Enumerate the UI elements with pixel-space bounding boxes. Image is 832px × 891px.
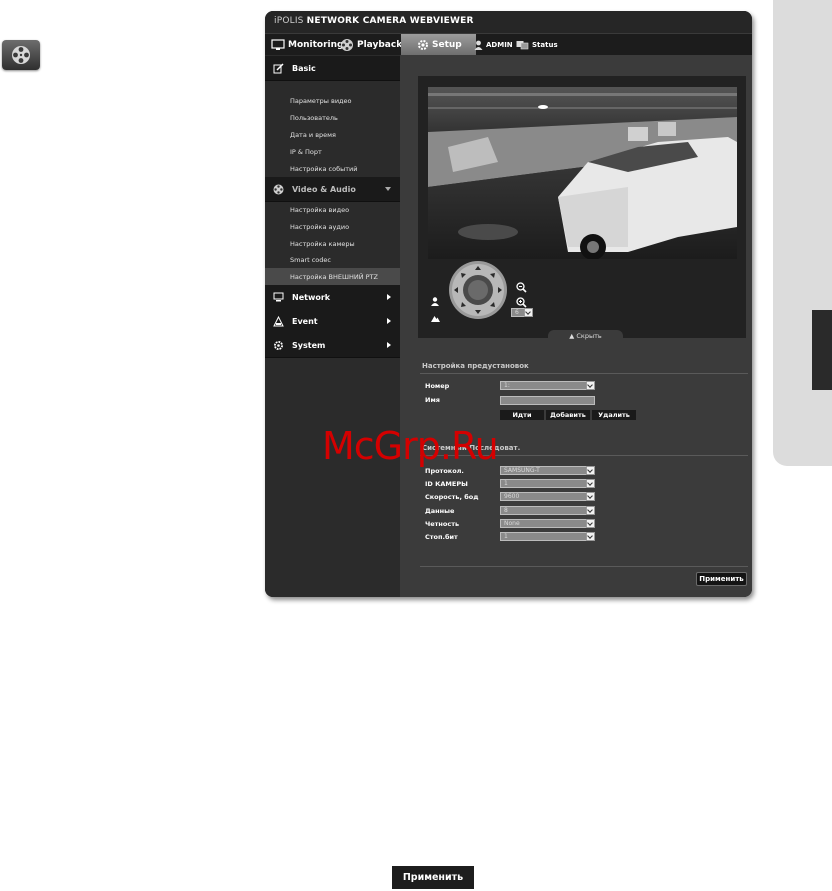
protocol-label: Протокол. (425, 467, 464, 475)
preset-number-select[interactable]: 1: (500, 381, 595, 390)
page-section-marker (812, 310, 832, 390)
sidebar-section-basic-label: Basic (292, 63, 316, 73)
sidebar-item-audio-setup[interactable]: Настройка аудио (290, 223, 349, 231)
sidebar-item-camera-setup[interactable]: Настройка камеры (290, 240, 355, 248)
stop-bit-value: 1 (504, 533, 508, 540)
sidebar-section-network-label: Network (292, 292, 331, 302)
tab-monitoring[interactable]: Monitoring (271, 34, 344, 56)
camera-id-value: 1 (504, 480, 508, 487)
chevron-down-icon (586, 479, 595, 488)
chevron-right-icon (387, 318, 391, 324)
hide-ptz-toggle[interactable]: ▲ Скрыть (548, 330, 623, 341)
ptz-speed-select[interactable]: 6 (511, 308, 533, 317)
divider (420, 373, 748, 374)
preset-name-input[interactable] (500, 396, 595, 405)
camera-id-select[interactable]: 1 (500, 479, 595, 488)
chevron-down-icon (586, 492, 595, 501)
sidebar-section-event[interactable]: Event (265, 309, 400, 334)
edit-icon (273, 62, 284, 73)
camera-live-view (428, 87, 737, 259)
tab-setup-label: Setup (432, 40, 462, 50)
chevron-down-icon (586, 506, 595, 515)
status-icon (516, 41, 529, 50)
monitor-icon (271, 39, 285, 50)
sidebar-item-ip-port[interactable]: IP & Порт (290, 148, 322, 156)
camera-id-label: ID КАМЕРЫ (425, 480, 468, 488)
sidebar-section-video-audio-label: Video & Audio (292, 184, 356, 194)
tab-setup[interactable]: Setup (401, 34, 476, 56)
webviewer-window: iPOLIS NETWORK CAMERA WEBVIEWER Monitori… (265, 11, 752, 597)
sidebar-item-smart-codec[interactable]: Smart codec (290, 256, 331, 264)
sidebar-section-basic[interactable]: Basic (265, 56, 400, 81)
baud-rate-value: 9600 (504, 493, 520, 500)
chevron-down-icon (586, 381, 595, 390)
stop-bit-select[interactable]: 1 (500, 532, 595, 541)
chevron-down-icon (586, 532, 595, 541)
chevron-down-icon (385, 187, 391, 191)
tab-playback-label: Playback (357, 40, 403, 50)
preset-mountain-icon[interactable] (431, 307, 440, 326)
protocol-select[interactable]: SAMSUNG-T (500, 466, 595, 475)
chevron-down-icon (586, 466, 595, 475)
sidebar-section-video-audio[interactable]: Video & Audio (265, 177, 400, 202)
data-bits-value: 8 (504, 507, 508, 514)
parity-select[interactable]: None (500, 519, 595, 528)
parity-label: Четность (425, 520, 460, 528)
sidebar-item-external-ptz[interactable]: Настройка ВНЕШНИЙ PTZ (290, 273, 378, 281)
preset-number-value: 1: (504, 382, 510, 389)
top-navigation: Monitoring Playback Setup ADMIN Status (265, 33, 752, 56)
apply-button-illustration: Применить (392, 866, 474, 889)
ptz-speed-value: 6 (515, 309, 519, 316)
preset-section-title: Настройка предустановок (422, 362, 529, 370)
sidebar-section-event-label: Event (292, 316, 318, 326)
sidebar-item-video-params[interactable]: Параметры видео (290, 97, 352, 105)
event-icon (273, 315, 284, 326)
gear-icon (274, 340, 283, 350)
data-bits-label: Данные (425, 507, 455, 515)
page-side-tab (773, 0, 832, 466)
preset-add-button[interactable]: Добавить (546, 410, 590, 420)
admin-label: ADMIN (486, 41, 513, 49)
watermark: McGrp.Ru (322, 424, 499, 468)
parity-value: None (504, 520, 520, 527)
film-reel-icon (341, 39, 353, 51)
sidebar-item-user[interactable]: Пользователь (290, 114, 338, 122)
film-reel-icon (273, 184, 284, 194)
stop-bit-label: Стоп.бит (425, 533, 458, 541)
sidebar-item-date-time[interactable]: Дата и время (290, 131, 336, 139)
chevron-down-icon (524, 308, 533, 317)
ptz-direction-pad[interactable] (448, 260, 508, 320)
title-bar: iPOLIS NETWORK CAMERA WEBVIEWER (265, 11, 752, 33)
status-label: Status (532, 41, 558, 49)
tab-monitoring-label: Monitoring (288, 40, 344, 50)
sidebar-section-system[interactable]: System (265, 333, 400, 358)
baud-rate-select[interactable]: 9600 (500, 492, 595, 501)
apply-button[interactable]: Применить (696, 572, 747, 586)
tab-playback[interactable]: Playback (340, 34, 402, 56)
sidebar-item-event-setup[interactable]: Настройка событий (290, 165, 357, 173)
preset-delete-button[interactable]: Удалить (592, 410, 636, 420)
admin-link[interactable]: ADMIN (474, 34, 513, 56)
window-title: iPOLIS NETWORK CAMERA WEBVIEWER (274, 16, 474, 26)
preset-go-button[interactable]: Идти (500, 410, 544, 420)
sidebar: Basic Параметры видео Пользователь Дата … (265, 55, 400, 597)
gear-icon (418, 40, 428, 50)
data-bits-select[interactable]: 8 (500, 506, 595, 515)
status-link[interactable]: Status (516, 34, 558, 56)
network-icon (273, 292, 284, 301)
chevron-down-icon (586, 519, 595, 528)
chevron-right-icon (387, 342, 391, 348)
sidebar-item-video-setup[interactable]: Настройка видео (290, 206, 349, 214)
chevron-right-icon (387, 294, 391, 300)
preset-number-label: Номер (425, 382, 450, 390)
sidebar-section-network[interactable]: Network (265, 285, 400, 310)
baud-rate-label: Скорость, бод (425, 493, 479, 501)
sidebar-section-system-label: System (292, 340, 326, 350)
video-audio-menu-icon (2, 40, 40, 70)
user-icon (474, 40, 483, 50)
preset-name-label: Имя (425, 396, 440, 404)
protocol-value: SAMSUNG-T (504, 467, 540, 474)
divider (420, 566, 748, 567)
